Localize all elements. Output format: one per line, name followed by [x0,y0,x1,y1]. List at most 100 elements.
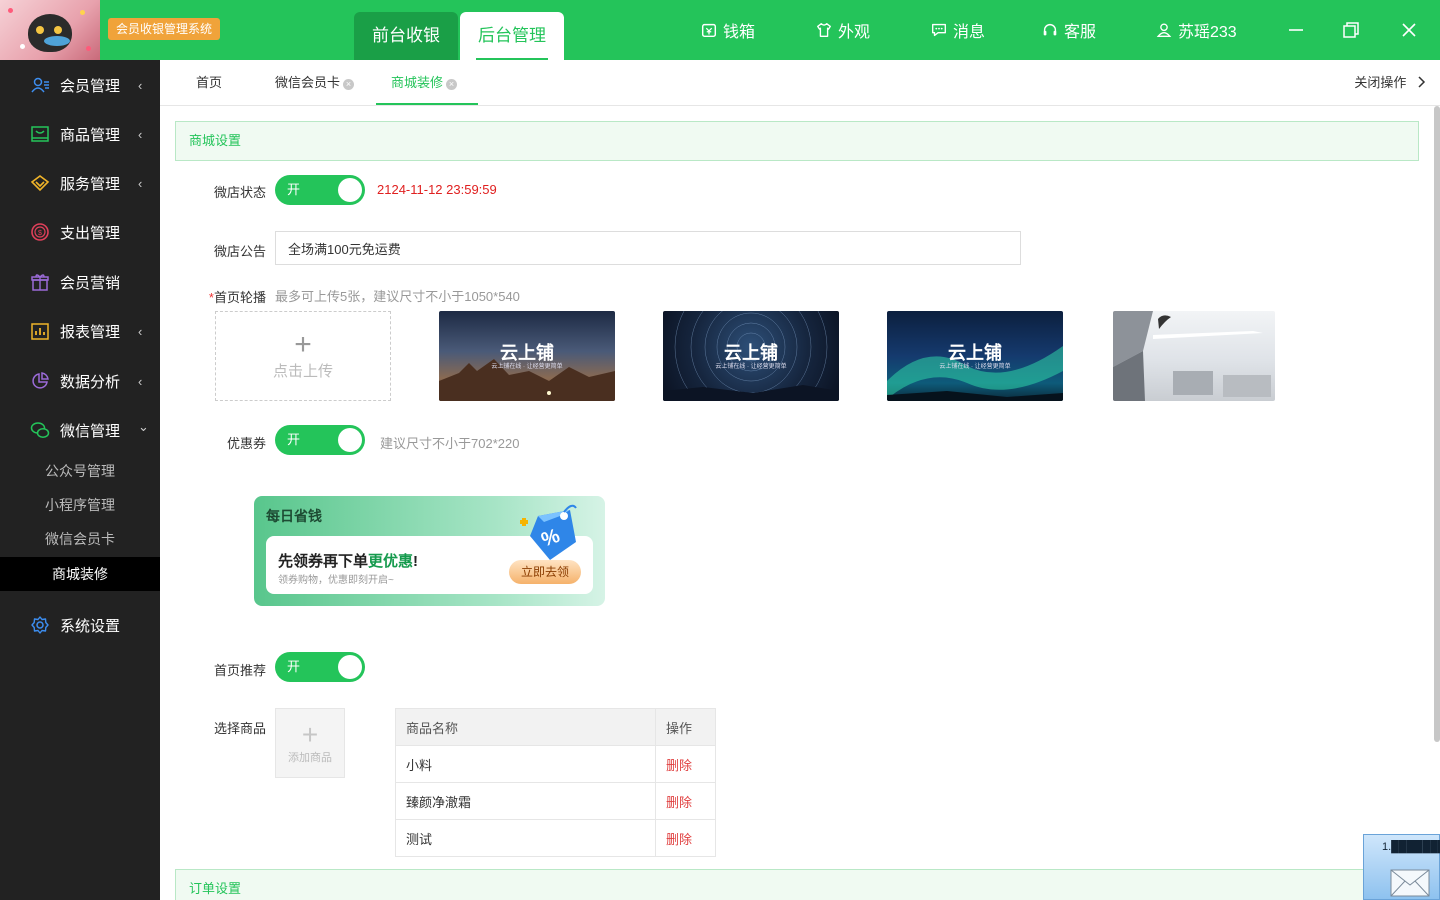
sidebar-item-marketing[interactable]: 会员营销 [0,257,160,307]
sidebar-item-marketing-label: 会员营销 [60,274,121,292]
table-row: 小料 删除 [395,745,716,783]
nav-cash-box[interactable]: 钱箱 [700,0,755,60]
message-icon [932,23,946,37]
banner-subtitle: 云上铺在线 · 让经营更简单 [715,364,787,370]
nav-message[interactable]: 消息 [930,0,985,60]
app-name-badge: 会员收银管理系统 [108,18,221,40]
sidebar-item-settings[interactable]: 系统设置 [0,600,160,650]
toggle-knob [338,428,362,452]
tab-close-icon[interactable]: × [446,79,458,90]
goods-name-cell: 小料 [395,745,656,783]
add-goods-button[interactable]: + 添加商品 [275,708,345,778]
restore-icon[interactable] [1339,18,1363,42]
recommend-label: 首页推荐 [213,663,266,678]
sidebar-item-analytics-label: 数据分析 [60,373,121,391]
sidebar-subitem-mall-decoration[interactable]: 商城装修 [0,557,160,591]
members-icon [31,77,49,93]
page-tab-mall-decoration-label: 商城装修 [391,75,444,90]
coupon-toggle[interactable]: 开 [275,425,365,455]
store-notice-input[interactable] [275,231,1021,265]
page-tab-mall-decoration[interactable]: 商城装修 × [376,60,478,105]
sidebar-item-expense[interactable]: $ 支出管理 [0,207,160,257]
goods-name-cell: 臻颜净澈霜 [395,782,656,820]
column-header-op: 操作 [655,708,716,746]
chevron-left-icon: ‹ [138,323,143,339]
store-expire-date: 2124-11-12 23:59:59 [377,182,497,197]
sidebar-item-members-label: 会员管理 [60,77,121,95]
service-icon [30,175,50,192]
tab-front-cashier[interactable]: 前台收银 [354,12,458,60]
carousel-image-2[interactable]: 云上铺 云上铺在线 · 让经营更简单 [663,311,839,401]
logo-image [0,0,100,60]
shirt-icon [817,23,831,37]
carousel-image-3[interactable]: 云上铺 云上铺在线 · 让经营更简单 [887,311,1063,401]
store-notice-label: 微店公告 [213,244,266,259]
carousel-image-4[interactable] [1113,311,1275,401]
page-tab-wechat-card[interactable]: 微信会员卡 × [275,60,355,105]
coupon-main-text: 先领券再下单 [278,553,369,570]
column-header-name: 商品名称 [395,708,656,746]
carousel-label-text: 首页轮播 [213,290,266,305]
page-tab-home-label: 首页 [196,75,223,90]
carousel-upload-text: 点击上传 [272,363,333,380]
section-header-shop: 商城设置 [175,121,1419,161]
delete-link[interactable]: 删除 [655,819,716,857]
nav-user[interactable]: 苏瑶233 [1155,0,1237,60]
minimize-icon[interactable] [1284,18,1308,42]
chevron-left-icon: ‹ [138,126,143,142]
nav-user-label: 苏瑶233 [1178,24,1237,41]
sidebar-item-settings-label: 系统设置 [60,617,121,635]
user-icon [1156,23,1172,37]
recommend-toggle-label: 开 [287,659,301,674]
top-bar: 会员收银管理系统 前台收银 后台管理 钱箱 外观 消息 客服 苏瑶233 [0,0,1440,60]
store-status-toggle-label: 开 [287,182,301,197]
coupon-preview-title: 每日省钱 [266,508,322,524]
close-operations-button[interactable]: 关闭操作 [1354,60,1426,105]
pie-chart-icon [32,372,49,389]
sidebar-item-members[interactable]: 会员管理 ‹ [0,60,160,110]
table-header-row: 商品名称 操作 [395,708,716,746]
chevron-left-icon: ‹ [138,373,143,389]
vertical-scrollbar[interactable] [1434,106,1440,742]
nav-appearance[interactable]: 外观 [815,0,870,60]
sidebar-subitem-mini-program[interactable]: 小程序管理 [0,488,160,522]
page-tab-home[interactable]: 首页 [196,60,222,105]
nav-message-label: 消息 [953,24,986,41]
coupon-main-exclaim: ! [413,553,419,570]
delete-link[interactable]: 删除 [655,782,716,820]
sidebar-item-wechat[interactable]: 微信管理 ⌄ [0,405,160,455]
table-row: 测试 删除 [395,819,716,857]
notification-popup[interactable]: 1.████████:05 [1363,834,1440,900]
sidebar: 会员管理 ‹ 商品管理 ‹ 服务管理 ‹ $ 支出管理 会员营销 报表管理 ‹ … [0,60,160,900]
sidebar-item-service[interactable]: 服务管理 ‹ [0,158,160,208]
gear-icon [31,616,49,634]
banner-subtitle: 云上铺在线 · 让经营更简单 [939,364,1011,370]
toggle-knob [338,178,362,202]
carousel-image-1[interactable]: 云上铺 云上铺在线 · 让经营更简单 [439,311,615,401]
chevron-right-icon [1418,76,1426,88]
sidebar-subitem-official-account[interactable]: 公众号管理 [0,454,160,488]
chevron-left-icon: ‹ [138,77,143,93]
chevron-left-icon: ‹ [138,175,143,191]
nav-support[interactable]: 客服 [1041,0,1096,60]
store-status-toggle[interactable]: 开 [275,175,365,205]
recommend-toggle[interactable]: 开 [275,652,365,682]
sidebar-item-goods[interactable]: 商品管理 ‹ [0,109,160,159]
tab-close-icon[interactable]: × [343,79,355,90]
sidebar-item-goods-label: 商品管理 [60,126,121,144]
tab-back-admin[interactable]: 后台管理 [460,12,564,60]
sidebar-subitem-wechat-card[interactable]: 微信会员卡 [0,522,160,556]
plus-icon: + [294,328,312,361]
delete-link[interactable]: 删除 [655,745,716,783]
carousel-upload-button[interactable]: + 点击上传 [215,311,391,401]
coupon-preview[interactable]: 每日省钱 先领券再下单更优惠! 领券购物，优惠即刻开启~ % 立即去领 [254,496,605,606]
sidebar-item-reports[interactable]: 报表管理 ‹ [0,306,160,356]
store-status-label: 微店状态 [213,185,266,200]
coupon-claim-button[interactable]: 立即去领 [509,560,581,584]
report-icon [31,323,49,340]
wechat-icon [30,422,50,438]
plus-icon: + [301,719,319,750]
close-icon[interactable] [1397,18,1421,42]
sidebar-item-analytics[interactable]: 数据分析 ‹ [0,356,160,406]
cash-box-icon [701,23,717,38]
